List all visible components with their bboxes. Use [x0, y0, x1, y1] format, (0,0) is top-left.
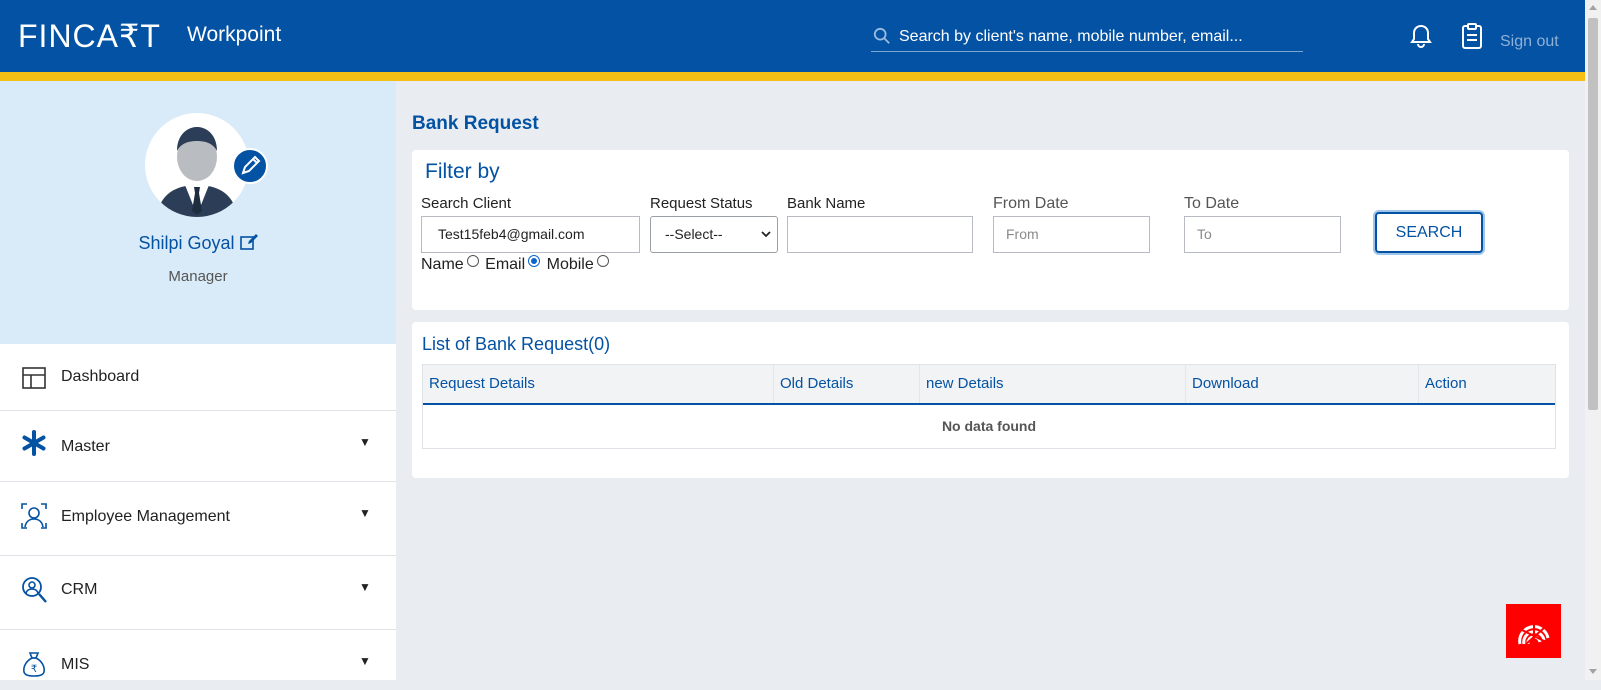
sidebar-item-label: MIS	[61, 656, 90, 673]
profile-name: Shilpi Goyal	[138, 233, 235, 253]
page-title: Bank Request	[412, 113, 539, 134]
sidebar-item-label: Master	[61, 438, 110, 455]
chevron-down-icon: ▼	[359, 506, 371, 520]
svg-text:₹: ₹	[31, 664, 37, 675]
asterisk-icon	[22, 430, 46, 456]
pencil-icon	[241, 155, 261, 175]
bank-request-table: Request Details Old Details new Details …	[422, 364, 1556, 449]
radio-name[interactable]	[466, 255, 479, 267]
from-date-input[interactable]: From	[993, 216, 1150, 253]
global-search-input[interactable]: Search by client's name, mobile number, …	[871, 24, 1303, 52]
signout-link[interactable]: Sign out	[1500, 33, 1559, 51]
clipboard-icon[interactable]	[1460, 22, 1484, 50]
request-status-label: Request Status	[650, 195, 753, 212]
chevron-down-icon: ▼	[359, 435, 371, 449]
column-header[interactable]: Request Details	[423, 365, 774, 403]
sidebar-item-master[interactable]: Master ▼	[0, 411, 396, 482]
table-header: Request Details Old Details new Details …	[423, 365, 1555, 405]
from-date-label: From Date	[993, 195, 1069, 212]
empty-state: No data found	[941, 418, 1037, 434]
chevron-down-icon: ▼	[359, 654, 371, 668]
sidebar-item-dashboard[interactable]: Dashboard	[0, 344, 396, 411]
sidebar-item-employee-management[interactable]: Employee Management ▼	[0, 482, 396, 556]
to-date-input[interactable]: To	[1184, 216, 1341, 253]
bank-name-label: Bank Name	[787, 195, 866, 212]
request-status-select[interactable]: --Select--	[650, 216, 778, 253]
floating-widget-button[interactable]	[1506, 604, 1561, 658]
column-header[interactable]: Old Details	[774, 365, 920, 403]
search-client-label: Search Client	[421, 195, 512, 212]
chevron-down-icon	[761, 231, 771, 238]
list-card: List of Bank Request(0) Request Details …	[412, 322, 1569, 478]
radio-label-name: Name	[421, 256, 464, 273]
radio-label-email: Email	[485, 256, 526, 273]
column-header[interactable]: Action	[1419, 365, 1555, 403]
sidebar: Shilpi Goyal Manager Dashboard Master ▼ …	[0, 81, 396, 680]
radio-label-mobile: Mobile	[546, 256, 594, 273]
dashboard-icon	[22, 367, 46, 389]
bank-name-input[interactable]	[787, 216, 973, 253]
edit-icon[interactable]	[239, 234, 258, 250]
search-icon	[873, 27, 890, 44]
scroll-up-icon[interactable]	[1589, 5, 1597, 10]
sidebar-item-label: Employee Management	[61, 508, 230, 525]
column-header[interactable]: Download	[1186, 365, 1419, 403]
sidebar-item-mis[interactable]: ₹ MIS ▼	[0, 630, 396, 690]
chevron-down-icon: ▼	[359, 580, 371, 594]
filter-card: Filter by Search Client Test15feb4@gmail…	[412, 150, 1569, 310]
brand-logo[interactable]: FINCA₹T	[18, 18, 161, 54]
crm-icon	[22, 577, 47, 603]
bell-icon[interactable]	[1407, 22, 1435, 50]
request-status-value: --Select--	[665, 226, 723, 242]
to-date-label: To Date	[1184, 195, 1240, 212]
scroll-down-icon[interactable]	[1589, 669, 1597, 674]
search-button[interactable]: SEARCH	[1375, 212, 1483, 253]
profile-name-row[interactable]: Shilpi Goyal	[0, 233, 396, 254]
signal-arc-icon	[1518, 622, 1550, 646]
rupee-bag-icon: ₹	[23, 652, 45, 677]
radio-mobile[interactable]	[596, 255, 609, 267]
list-title: List of Bank Request(0)	[422, 334, 611, 354]
search-placeholder: Search by client's name, mobile number, …	[899, 28, 1243, 45]
header-accent-stripe	[0, 72, 1585, 81]
page-scrollbar[interactable]	[1585, 0, 1601, 680]
app-name: Workpoint	[187, 23, 282, 46]
sidebar-item-crm[interactable]: CRM ▼	[0, 556, 396, 630]
radio-email[interactable]	[528, 255, 541, 267]
search-type-radio-group: Name Email Mobile	[421, 255, 611, 274]
scroll-thumb[interactable]	[1588, 18, 1598, 410]
profile-role: Manager	[168, 268, 228, 285]
profile-card: Shilpi Goyal Manager	[0, 81, 396, 344]
sidebar-item-label: CRM	[61, 581, 98, 598]
filter-title: Filter by	[425, 160, 500, 183]
column-header[interactable]: new Details	[920, 365, 1186, 403]
employee-icon	[21, 503, 47, 529]
top-header: FINCA₹T Workpoint Search by client's nam…	[0, 0, 1585, 72]
search-client-input[interactable]: Test15feb4@gmail.com	[421, 216, 640, 253]
sidebar-item-label: Dashboard	[61, 368, 140, 385]
avatar-edit-button[interactable]	[232, 148, 268, 184]
